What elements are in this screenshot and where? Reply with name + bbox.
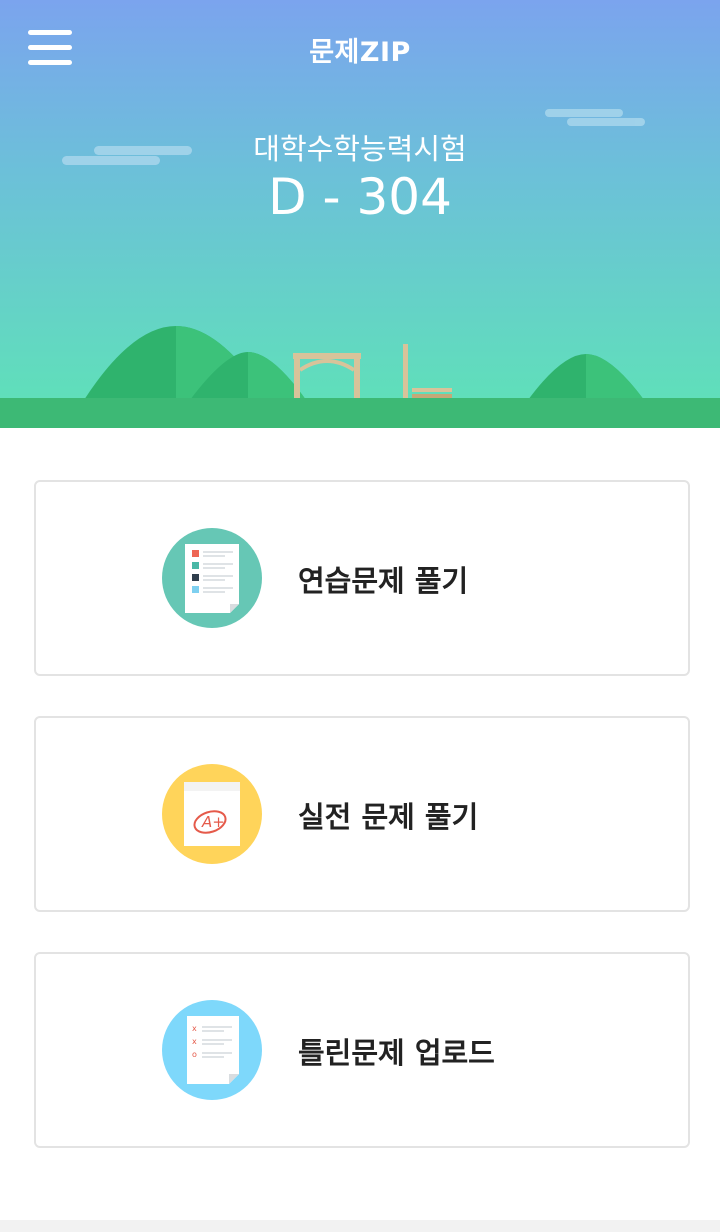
practice-problems-button[interactable]: 연습문제 풀기 <box>34 480 690 676</box>
upload-wrong-answers-label: 틀린문제 업로드 <box>298 1036 495 1070</box>
practice-sheet-icon <box>162 528 262 628</box>
real-exam-button[interactable]: A+ 실전 문제 풀기 <box>34 716 690 912</box>
dday-counter: D - 304 <box>268 168 452 226</box>
app-title: 문제ZIP <box>309 37 411 68</box>
graded-exam-icon: A+ <box>162 764 262 864</box>
main-menu: 연습문제 풀기 A+ 실전 문제 풀기 x x o 틀린문제 업로드 <box>0 428 720 1220</box>
practice-problems-label: 연습문제 풀기 <box>298 564 469 598</box>
real-exam-label: 실전 문제 풀기 <box>298 800 479 834</box>
svg-text:x: x <box>192 1037 197 1046</box>
svg-text:x: x <box>192 1024 197 1033</box>
svg-text:o: o <box>192 1050 197 1059</box>
cloud-right <box>545 109 645 126</box>
bench <box>403 344 452 400</box>
exam-name: 대학수학능력시험 <box>253 132 467 166</box>
hero-banner: 문제ZIP 대학수학능력시험 D - 304 <box>0 0 720 428</box>
upload-wrong-answers-button[interactable]: x x o 틀린문제 업로드 <box>34 952 690 1148</box>
ground <box>0 398 720 428</box>
svg-text:A+: A+ <box>201 813 225 831</box>
wrong-answer-sheet-icon: x x o <box>162 1000 262 1100</box>
hill-right <box>528 354 644 400</box>
playground-gate <box>293 353 361 399</box>
